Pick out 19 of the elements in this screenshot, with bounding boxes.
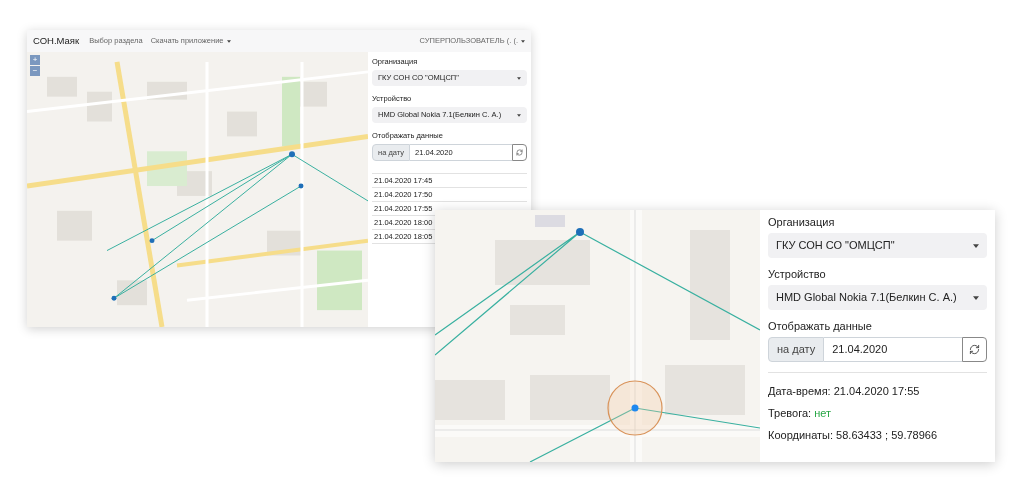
refresh-icon xyxy=(516,149,523,156)
caret-icon xyxy=(973,295,979,300)
coordinates-text: Координаты: 58.63433 ; 59.78966 xyxy=(768,429,938,442)
refresh-button[interactable] xyxy=(512,144,527,161)
date-field[interactable]: 21.04.2020 xyxy=(824,337,962,362)
date-addon: на дату xyxy=(768,337,825,362)
organization-select[interactable]: ГКУ СОН СО "ОМЦСП" xyxy=(768,233,987,258)
refresh-icon xyxy=(969,344,980,355)
field-label: Отображать данные xyxy=(768,320,873,333)
alarm-text: Тревога: нет xyxy=(768,407,832,420)
field-label: Устройство xyxy=(768,268,827,281)
caret-icon xyxy=(517,113,521,117)
caret-icon xyxy=(517,76,521,80)
brand-logo[interactable]: СОН.Маяк xyxy=(33,33,80,49)
refresh-button[interactable] xyxy=(962,337,987,362)
field-label: Организация xyxy=(768,216,836,229)
device-select[interactable]: HMD Global Nokia 7.1(Белкин С. А.) xyxy=(768,285,987,310)
caret-icon xyxy=(973,243,979,248)
datetime-text: Дата-время: 21.04.2020 17:55 xyxy=(768,385,920,398)
